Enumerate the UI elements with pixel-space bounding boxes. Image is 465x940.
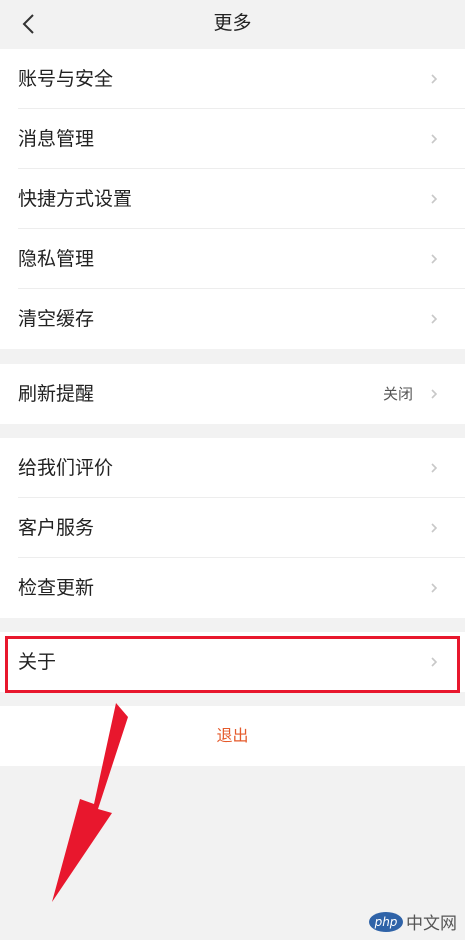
chevron-right-icon — [431, 523, 438, 533]
menu-item-clear-cache[interactable]: 清空缓存 — [0, 289, 465, 349]
menu-item-label: 清空缓存 — [18, 308, 95, 330]
watermark: php 中文网 — [369, 909, 457, 934]
chevron-right-icon — [431, 463, 438, 473]
menu-item-label: 消息管理 — [18, 128, 95, 150]
chevron-right-icon — [431, 583, 438, 593]
menu-item-label: 检查更新 — [18, 577, 95, 599]
menu-item-shortcut-settings[interactable]: 快捷方式设置 — [0, 169, 465, 229]
menu-item-privacy-management[interactable]: 隐私管理 — [0, 229, 465, 289]
chevron-right-icon — [431, 314, 438, 324]
chevron-right-icon — [431, 254, 438, 264]
chevron-right-icon — [431, 74, 438, 84]
menu-item-customer-service[interactable]: 客户服务 — [0, 498, 465, 558]
chevron-right-icon — [431, 194, 438, 204]
menu-item-label: 客户服务 — [18, 517, 95, 539]
menu-item-label: 快捷方式设置 — [18, 188, 133, 210]
menu-item-label: 刷新提醒 — [18, 383, 95, 405]
menu-item-message-management[interactable]: 消息管理 — [0, 109, 465, 169]
watermark-text: 中文网 — [406, 914, 457, 934]
menu-item-label: 隐私管理 — [18, 248, 95, 270]
chevron-right-icon — [431, 134, 438, 144]
menu-item-label: 账号与安全 — [18, 68, 114, 90]
php-logo-icon: php — [369, 911, 403, 932]
menu-item-check-update[interactable]: 检查更新 — [0, 558, 465, 618]
settings-group-refresh: 刷新提醒 关闭 — [0, 364, 465, 424]
page-title: 更多 — [213, 12, 252, 34]
menu-item-rate-us[interactable]: 给我们评价 — [0, 438, 465, 498]
menu-item-label: 关于 — [18, 651, 57, 673]
chevron-right-icon — [431, 389, 438, 399]
settings-group-account: 账号与安全 消息管理 快捷方式设置 隐私管理 清空缓存 — [0, 49, 465, 349]
chevron-right-icon — [431, 657, 438, 667]
logout-button[interactable]: 退出 — [0, 706, 465, 766]
refresh-reminder-value: 关闭 — [382, 385, 413, 403]
menu-item-account-security[interactable]: 账号与安全 — [0, 49, 465, 109]
header: 更多 — [0, 0, 465, 48]
menu-item-label: 给我们评价 — [18, 457, 114, 479]
settings-group-about: 关于 — [0, 632, 465, 692]
settings-group-support: 给我们评价 客户服务 检查更新 — [0, 438, 465, 618]
menu-item-about[interactable]: 关于 — [0, 632, 465, 692]
menu-item-refresh-reminder[interactable]: 刷新提醒 关闭 — [0, 364, 465, 424]
